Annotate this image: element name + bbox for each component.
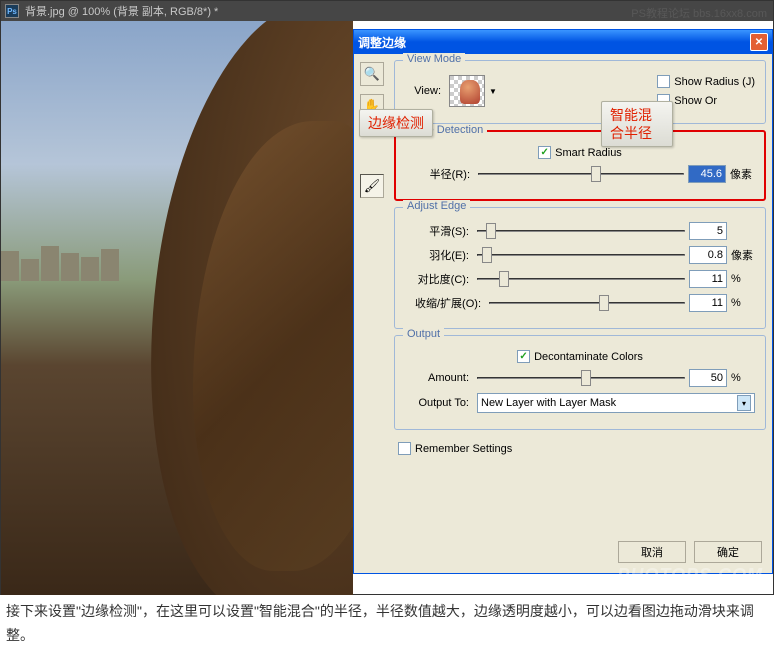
- feather-label: 羽化(E):: [405, 247, 473, 263]
- brush-tool-button[interactable]: 🖌: [360, 174, 384, 198]
- contrast-slider[interactable]: [477, 271, 685, 287]
- annotation-smart-mix: 智能混合半径: [601, 101, 673, 147]
- chevron-down-icon: ▾: [737, 395, 751, 411]
- ok-button[interactable]: 确定: [694, 541, 762, 563]
- shift-input[interactable]: [689, 294, 727, 312]
- adjust-edge-fieldset: Adjust Edge 平滑(S): 羽化(E): 像素 对比度: [394, 207, 766, 329]
- show-radius-label: Show Radius (J): [674, 76, 755, 88]
- view-thumbnail[interactable]: [449, 75, 485, 107]
- contrast-input[interactable]: [689, 270, 727, 288]
- radius-input[interactable]: [688, 165, 726, 183]
- output-to-value: New Layer with Layer Mask: [481, 397, 616, 409]
- shift-slider[interactable]: [489, 295, 685, 311]
- canvas-preview: [1, 21, 353, 595]
- output-legend: Output: [403, 328, 444, 340]
- tutorial-caption: 接下来设置"边缘检测"，在这里可以设置"智能混合"的半径，半径数值越大，边缘透明…: [6, 600, 770, 648]
- output-fieldset: Output ✓ Decontaminate Colors Amount: % …: [394, 335, 766, 430]
- contrast-unit: %: [731, 273, 755, 285]
- contrast-label: 对比度(C):: [405, 271, 473, 287]
- dialog-title: 调整边缘: [358, 34, 750, 51]
- radius-slider[interactable]: [478, 166, 684, 182]
- smart-radius-label: Smart Radius: [555, 147, 622, 159]
- amount-label: Amount:: [405, 372, 473, 384]
- amount-input[interactable]: [689, 369, 727, 387]
- show-radius-checkbox[interactable]: [657, 75, 670, 88]
- shift-unit: %: [731, 297, 755, 309]
- smooth-label: 平滑(S):: [405, 223, 473, 239]
- amount-slider[interactable]: [477, 370, 685, 386]
- output-to-select[interactable]: New Layer with Layer Mask ▾: [477, 393, 755, 413]
- feather-slider[interactable]: [477, 247, 685, 263]
- smart-radius-checkbox[interactable]: ✓: [538, 146, 551, 159]
- watermark-top: PS教程论坛 bbs.16xx8.com: [631, 5, 767, 21]
- remember-settings-checkbox[interactable]: [398, 442, 411, 455]
- edge-detection-fieldset: Edge Detection ✓ Smart Radius 半径(R): 像素: [394, 130, 766, 201]
- adjust-edge-legend: Adjust Edge: [403, 200, 470, 212]
- radius-label: 半径(R):: [406, 166, 474, 182]
- decontaminate-checkbox[interactable]: ✓: [517, 350, 530, 363]
- watermark-bottom: PHOTOPS.COM: [617, 565, 763, 586]
- output-to-label: Output To:: [405, 397, 473, 409]
- document-title: 背景.jpg @ 100% (背景 副本, RGB/8*) *: [25, 3, 218, 19]
- view-dropdown-arrow[interactable]: ▼: [489, 87, 497, 96]
- annotation-edge-detect: 边缘检测: [359, 109, 433, 137]
- cancel-button[interactable]: 取消: [618, 541, 686, 563]
- view-label: View:: [405, 85, 445, 97]
- radius-unit: 像素: [730, 166, 754, 182]
- view-mode-fieldset: View Mode View: ▼ Show Radius (J): [394, 60, 766, 124]
- amount-unit: %: [731, 372, 755, 384]
- zoom-tool-button[interactable]: 🔍: [360, 62, 384, 86]
- background-ruins: [1, 246, 161, 286]
- decontaminate-label: Decontaminate Colors: [534, 351, 643, 363]
- remember-settings-label: Remember Settings: [415, 443, 512, 455]
- shift-label: 收缩/扩展(O):: [405, 295, 485, 311]
- smooth-slider[interactable]: [477, 223, 685, 239]
- feather-unit: 像素: [731, 247, 755, 263]
- smooth-input[interactable]: [689, 222, 727, 240]
- photoshop-icon: Ps: [5, 4, 19, 18]
- close-button[interactable]: ✕: [750, 33, 768, 51]
- show-original-label: Show Or: [674, 95, 717, 107]
- feather-input[interactable]: [689, 246, 727, 264]
- view-mode-legend: View Mode: [403, 53, 465, 65]
- dialog-titlebar[interactable]: 调整边缘 ✕: [354, 30, 772, 54]
